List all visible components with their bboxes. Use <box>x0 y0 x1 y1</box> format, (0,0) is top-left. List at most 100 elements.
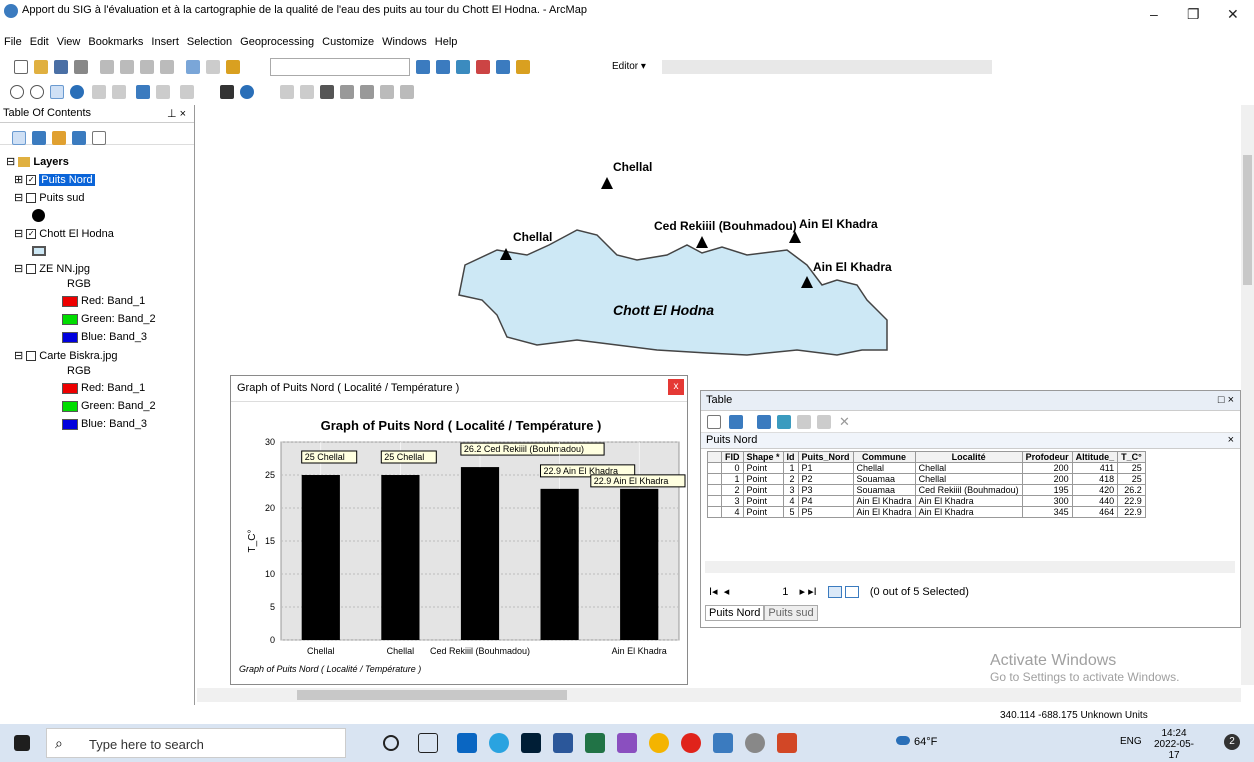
add-data-icon[interactable] <box>226 60 240 74</box>
table-cell[interactable]: P3 <box>797 484 854 496</box>
zoom-out-icon[interactable] <box>30 85 44 99</box>
table-of-contents-icon[interactable] <box>436 60 450 74</box>
forward-extent-icon[interactable] <box>156 85 170 99</box>
layer-name[interactable]: Carte Biskra.jpg <box>39 350 117 362</box>
paste-icon[interactable] <box>140 60 154 74</box>
visibility-checkbox[interactable] <box>26 351 37 362</box>
clear-selection-icon[interactable] <box>797 415 811 429</box>
excel-icon[interactable] <box>585 733 605 753</box>
column-header[interactable]: Altitude_ <box>1071 451 1119 463</box>
select-by-attributes-icon[interactable] <box>757 415 771 429</box>
full-extent-icon[interactable] <box>70 85 84 99</box>
list-by-selection-icon[interactable] <box>72 131 86 145</box>
menu-edit[interactable]: Edit <box>26 33 53 51</box>
table-cell[interactable]: Ain El Khadra <box>914 506 1023 518</box>
options-icon[interactable] <box>92 131 106 145</box>
table-cell[interactable]: Point <box>742 495 784 507</box>
toc-layer-chott[interactable]: ⊟ ✓ Chott El Hodna <box>14 227 114 240</box>
layer-name[interactable]: Puits sud <box>39 192 84 204</box>
table-cell[interactable]: 4 <box>721 506 744 518</box>
table-cell[interactable]: Ced Rekiiil (Bouhmadou) <box>914 484 1023 496</box>
go-to-xy-icon[interactable] <box>360 85 374 99</box>
toc-layers-root[interactable]: ⊟ Layers <box>6 155 69 168</box>
task-view-icon[interactable] <box>418 733 438 753</box>
switch-selection-icon[interactable] <box>777 415 791 429</box>
row-selector[interactable] <box>707 495 722 507</box>
editor-toolbar-icon[interactable] <box>416 60 430 74</box>
table-cell[interactable]: 22.9 <box>1117 495 1146 507</box>
find-icon[interactable] <box>320 85 334 99</box>
minimize-button[interactable]: – <box>1150 6 1158 22</box>
table-row[interactable]: 1 Point 2 P2 Souamaa Chellal 200 418 25 <box>707 473 1146 485</box>
column-header[interactable]: Profodeur <box>1021 451 1073 463</box>
column-header[interactable]: Id <box>782 451 799 463</box>
windows-start-icon[interactable] <box>14 735 30 751</box>
table-cell[interactable]: 420 <box>1071 484 1119 496</box>
related-tables-icon[interactable] <box>729 415 743 429</box>
table-cell[interactable]: 22.9 <box>1117 506 1146 518</box>
table-cell[interactable]: Souamaa <box>852 484 916 496</box>
last-record-button[interactable]: ▸I <box>808 586 817 598</box>
menu-file[interactable]: File <box>0 33 26 51</box>
column-header[interactable]: FID <box>721 451 744 463</box>
attribute-grid[interactable]: FID Shape * Id Puits_Nord Commune Localité Pro… <box>707 451 1146 518</box>
table-cell[interactable]: 2 <box>782 473 799 485</box>
undo-icon[interactable] <box>186 60 200 74</box>
map-vertical-scrollbar[interactable] <box>1241 105 1254 685</box>
menu-geoprocessing[interactable]: Geoprocessing <box>236 33 318 51</box>
menu-windows[interactable]: Windows <box>378 33 431 51</box>
table-cell[interactable]: 2 <box>721 484 744 496</box>
list-by-visibility-icon[interactable] <box>52 131 66 145</box>
visibility-checkbox[interactable]: ✓ <box>26 229 37 240</box>
table-cell[interactable]: 0 <box>721 462 744 474</box>
first-record-button[interactable]: I◂ <box>709 586 718 598</box>
visibility-checkbox[interactable]: ✓ <box>26 175 37 186</box>
select-features-icon[interactable] <box>180 85 194 99</box>
table-cell[interactable]: Point <box>742 506 784 518</box>
menu-help[interactable]: Help <box>431 33 462 51</box>
telegram-icon[interactable] <box>489 733 509 753</box>
create-viewer-icon[interactable] <box>400 85 414 99</box>
table-cell[interactable]: Chellal <box>852 462 916 474</box>
delete-icon[interactable] <box>160 60 174 74</box>
list-by-source-icon[interactable] <box>32 131 46 145</box>
redo-icon[interactable] <box>206 60 220 74</box>
table-cell[interactable]: P4 <box>797 495 854 507</box>
scroll-thumb[interactable] <box>1243 155 1252 285</box>
table-cell[interactable]: 464 <box>1071 506 1119 518</box>
tab-puits-nord[interactable]: Puits Nord <box>705 605 765 621</box>
select-elements-icon[interactable] <box>220 85 234 99</box>
table-cell[interactable]: Point <box>742 462 784 474</box>
linkedin-icon[interactable] <box>457 733 477 753</box>
table-cell[interactable]: 1 <box>782 462 799 474</box>
identify-icon[interactable] <box>240 85 254 99</box>
photoshop-icon[interactable] <box>521 733 541 753</box>
new-doc-icon[interactable] <box>14 60 28 74</box>
table-cell[interactable]: Point <box>742 484 784 496</box>
menu-insert[interactable]: Insert <box>147 33 183 51</box>
chrome-icon[interactable] <box>649 733 669 753</box>
row-selector[interactable] <box>707 484 722 496</box>
taskbar-search-box[interactable]: ⌕ Type here to search <box>46 728 346 758</box>
cut-icon[interactable] <box>100 60 114 74</box>
map-horizontal-scrollbar[interactable] <box>197 688 1241 702</box>
table-cell[interactable]: Chellal <box>914 462 1023 474</box>
powerpoint-icon[interactable] <box>777 733 797 753</box>
column-header[interactable]: Shape * <box>742 451 784 463</box>
show-all-records-icon[interactable] <box>827 586 842 599</box>
fixed-zoom-out-icon[interactable] <box>112 85 126 99</box>
app-icon[interactable] <box>745 733 765 753</box>
table-cell[interactable]: Ain El Khadra <box>914 495 1023 507</box>
delete-selected-icon[interactable]: ✕ <box>839 414 850 430</box>
scale-dropdown[interactable] <box>270 58 410 76</box>
menu-selection[interactable]: Selection <box>183 33 236 51</box>
visibility-checkbox[interactable] <box>26 264 37 275</box>
next-record-button[interactable]: ▸ <box>799 586 805 598</box>
table-layer-close[interactable]: × <box>1228 434 1234 446</box>
toc-pin-close-buttons[interactable]: ⊥ × <box>167 107 186 120</box>
open-folder-icon[interactable] <box>34 60 48 74</box>
fixed-zoom-in-icon[interactable] <box>92 85 106 99</box>
model-builder-icon[interactable] <box>516 60 530 74</box>
list-by-drawing-order-icon[interactable] <box>12 131 26 145</box>
table-cell[interactable]: Chellal <box>914 473 1023 485</box>
